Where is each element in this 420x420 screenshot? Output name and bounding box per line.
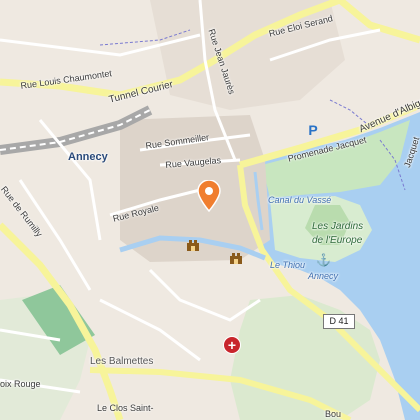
area-label-jardins-europe-2: de l'Europe [312,235,363,246]
hospital-icon[interactable]: + [223,336,241,354]
road-shield-d41: D 41 [323,314,355,329]
street-label-croix-rouge: oix Rouge [0,379,41,389]
location-pin-icon[interactable] [196,179,222,213]
parking-icon[interactable]: P [306,123,320,137]
city-label-annecy: Annecy [68,151,108,163]
street-label-bou: Bou [325,409,342,419]
monument-icon[interactable] [186,238,200,251]
monument-icon[interactable] [229,251,243,264]
area-label-balmettes: Les Balmettes [90,356,154,367]
water-label-thiou: Le Thiou [270,260,306,270]
water-label-annecy: Annecy [308,271,339,281]
map-canvas[interactable]: Tunnel Courier Rue Louis Chaumontet Rue … [0,0,420,420]
area-label-jardins-europe-1: Les Jardins [312,221,364,232]
street-label-clos-saint: Le Clos Saint- [97,403,154,413]
water-label-canal-vasse: Canal du Vassé [268,195,332,205]
anchor-icon[interactable]: ⚓ [316,254,331,266]
